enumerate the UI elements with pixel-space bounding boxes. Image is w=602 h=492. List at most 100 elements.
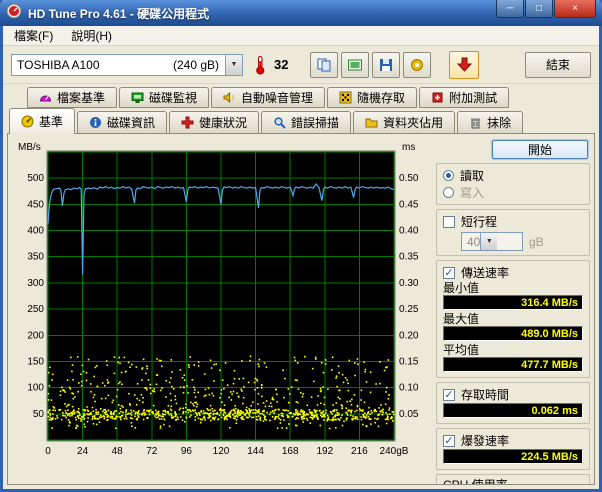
disk-monitor-icon: [131, 91, 144, 104]
svg-text:0.25: 0.25: [399, 304, 419, 315]
checkbox-checked-icon: [443, 434, 455, 447]
toolbar-button-group: [310, 51, 432, 78]
chevron-down-icon[interactable]: ▼: [225, 54, 242, 75]
tab-file-benchmark[interactable]: 檔案基準: [27, 87, 118, 108]
svg-text:48: 48: [112, 446, 124, 457]
title-bar: HD Tune Pro 4.61 - 硬碟公用程式 ─ □ ×: [0, 0, 602, 26]
close-button[interactable]: ×: [554, 0, 596, 18]
erase-icon: [469, 116, 482, 129]
disk-info-icon: [89, 116, 102, 129]
svg-text:50: 50: [33, 409, 45, 420]
tab-benchmark[interactable]: 基準: [9, 108, 76, 134]
access-time-checkbox[interactable]: 存取時間: [443, 386, 583, 403]
short-stroke-group: 短行程 40 ▼ gB: [436, 209, 590, 256]
random-access-icon: [339, 91, 352, 104]
start-button[interactable]: 開始: [492, 140, 588, 159]
svg-text:168: 168: [282, 446, 299, 457]
short-stroke-label: 短行程: [461, 215, 498, 229]
write-radio[interactable]: 寫入: [443, 184, 583, 201]
tab-label: 基準: [39, 115, 64, 129]
menu-bar: 檔案(F) 說明(H): [3, 26, 599, 46]
aam-icon: [223, 91, 236, 104]
svg-text:200: 200: [27, 330, 44, 341]
benchmark-chart: MB/s ms 50 0.05 100 0.10 150 0.15 200 0.20 250 0.25…: [10, 140, 434, 479]
checkbox-checked-icon: [443, 266, 455, 279]
tab-label: 自動噪音管理: [241, 91, 314, 105]
temperature-value: 32: [274, 57, 289, 72]
tab-folder-usage[interactable]: 資料夾佔用: [353, 111, 456, 134]
tab-disk-info[interactable]: 磁碟資訊: [77, 111, 168, 134]
svg-text:150: 150: [27, 356, 44, 367]
svg-text:500: 500: [27, 173, 44, 184]
tab-error-scan[interactable]: 錯誤掃描: [261, 111, 352, 134]
tab-aam[interactable]: 自動噪音管理: [211, 87, 326, 108]
tab-label: 附加測試: [449, 91, 498, 105]
transfer-rate-label: 傳送速率: [461, 266, 510, 280]
svg-text:0.05: 0.05: [399, 409, 419, 420]
read-radio[interactable]: 讀取: [443, 167, 583, 184]
svg-text:24: 24: [77, 446, 89, 457]
short-stroke-checkbox[interactable]: 短行程: [443, 213, 583, 230]
avg-label: 平均值: [443, 343, 480, 357]
menu-help[interactable]: 說明(H): [62, 26, 121, 45]
drive-name: TOSHIBA A100: [17, 57, 100, 72]
svg-text:72: 72: [146, 446, 158, 457]
short-stroke-value: 40: [467, 234, 481, 249]
svg-text:250: 250: [27, 304, 44, 315]
svg-text:0.15: 0.15: [399, 356, 419, 367]
minimize-button[interactable]: ─: [496, 0, 524, 18]
screenshot-button[interactable]: [341, 51, 370, 78]
tab-erase[interactable]: 抹除: [457, 111, 524, 134]
download-button[interactable]: [449, 50, 480, 79]
exit-button[interactable]: 結束: [525, 51, 591, 78]
window-title: HD Tune Pro 4.61 - 硬碟公用程式: [28, 6, 210, 21]
tab-label: 健康狀況: [199, 116, 248, 130]
health-icon: [181, 116, 194, 129]
svg-text:MB/s: MB/s: [18, 142, 41, 153]
svg-text:0.40: 0.40: [399, 226, 419, 237]
menu-file[interactable]: 檔案(F): [5, 26, 62, 45]
benchmark-page: MB/s ms 50 0.05 100 0.10 150 0.15 200 0.20 250 0.25…: [7, 133, 595, 485]
options-button[interactable]: [403, 51, 432, 78]
tab-random-access[interactable]: 隨機存取: [327, 87, 418, 108]
svg-text:96: 96: [181, 446, 193, 457]
short-stroke-select[interactable]: 40 ▼: [461, 232, 523, 251]
min-label: 最小值: [443, 281, 480, 295]
read-radio-label: 讀取: [460, 169, 485, 183]
burst-rate-checkbox[interactable]: 爆發速率: [443, 432, 583, 449]
copy-button[interactable]: [310, 51, 339, 78]
folder-usage-icon: [365, 116, 378, 129]
tab-row-top: 檔案基準 磁碟監視 自動噪音管理 隨機存取 附加測試: [3, 84, 599, 108]
svg-text:0: 0: [45, 446, 51, 457]
tab-health[interactable]: 健康狀況: [169, 111, 260, 134]
tab-label: 檔案基準: [57, 91, 106, 105]
tab-label: 隨機存取: [357, 91, 406, 105]
save-button[interactable]: [372, 51, 401, 78]
transfer-rate-group: 傳送速率 最小值 316.4 MB/s 最大值 489.0 MB/s 平均值 4…: [436, 260, 590, 378]
tab-label: 磁碟監視: [149, 91, 198, 105]
options-icon: [409, 57, 425, 73]
tab-disk-monitor[interactable]: 磁碟監視: [119, 87, 210, 108]
drive-capacity: (240 gB): [172, 57, 219, 72]
transfer-rate-checkbox[interactable]: 傳送速率: [443, 264, 583, 281]
copy-icon: [316, 57, 332, 73]
drive-selector[interactable]: TOSHIBA A100 (240 gB) ▼: [11, 53, 243, 76]
app-window: HD Tune Pro 4.61 - 硬碟公用程式 ─ □ × 檔案(F) 說明(…: [0, 0, 602, 492]
write-radio-label: 寫入: [460, 186, 485, 200]
svg-text:240gB: 240gB: [380, 446, 409, 457]
svg-text:192: 192: [316, 446, 333, 457]
burst-rate-group: 爆發速率 224.5 MB/s: [436, 428, 590, 470]
extra-tests-icon: [431, 91, 444, 104]
maximize-button[interactable]: □: [525, 0, 553, 18]
benchmark-icon: [21, 115, 34, 128]
tab-extra-tests[interactable]: 附加測試: [419, 87, 510, 108]
svg-text:ms: ms: [402, 142, 415, 153]
app-icon: [6, 3, 22, 24]
svg-text:0.50: 0.50: [399, 173, 419, 184]
svg-text:216: 216: [351, 446, 368, 457]
short-stroke-unit: gB: [529, 234, 544, 249]
svg-text:350: 350: [27, 252, 44, 263]
svg-text:300: 300: [27, 278, 44, 289]
access-time-label: 存取時間: [461, 388, 510, 402]
download-icon: [456, 56, 473, 73]
